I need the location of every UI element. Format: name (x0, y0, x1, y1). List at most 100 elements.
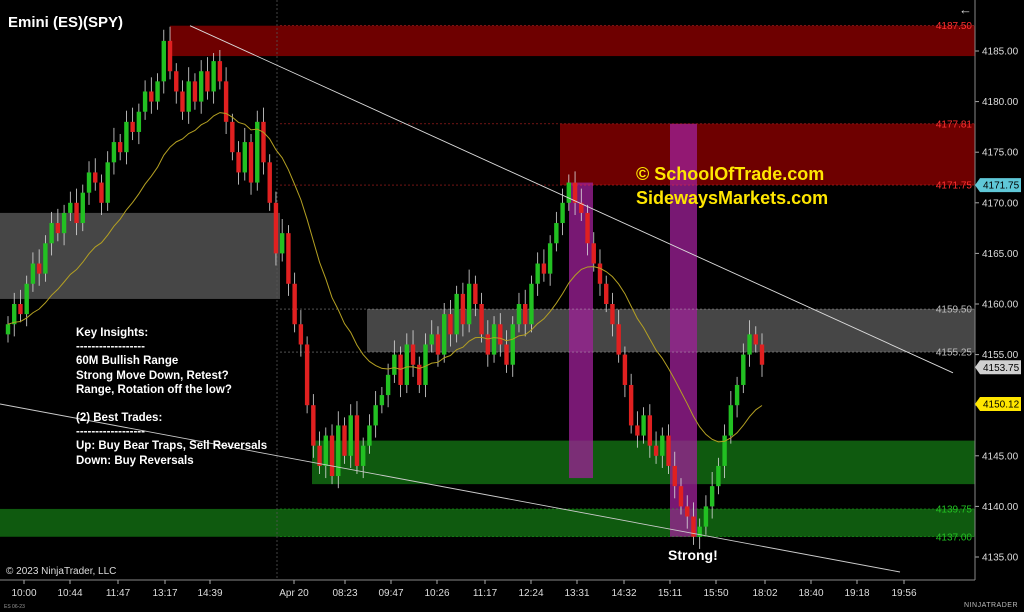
y-tick-label: 4165.00 (982, 249, 1019, 260)
copyright-text: © 2023 NinjaTrader, LLC (6, 566, 117, 577)
x-tick-label: 18:40 (798, 588, 823, 599)
price-level-label: 4159.50 (936, 305, 973, 316)
candle-down (36, 263, 42, 274)
chart-title: Emini (ES)(SPY) (8, 14, 124, 31)
candle-down (311, 405, 316, 446)
candle-up (30, 263, 36, 284)
candle-up (560, 202, 565, 224)
candle-up (367, 425, 372, 446)
x-tick-label: Apr 20 (279, 588, 309, 599)
x-tick-label: 13:17 (152, 588, 177, 599)
axis-marker-label: 4150.12 (983, 399, 1020, 410)
candle-up (161, 40, 166, 82)
candle-up (547, 243, 553, 274)
candle-down (217, 61, 223, 82)
candle-down (685, 506, 690, 517)
candle-up (336, 425, 341, 477)
candle-down (473, 283, 478, 304)
insights-divider: ------------------ (76, 426, 145, 439)
x-tick-label: 14:32 (611, 588, 636, 599)
candle-up (404, 344, 410, 385)
candle-down (130, 121, 135, 132)
candle-down (342, 425, 347, 456)
candle-up (510, 324, 515, 365)
insights-line: Range, Rotation off the low? (76, 383, 232, 396)
candle-up (373, 405, 378, 426)
candle-up (660, 435, 665, 456)
candle-down (759, 344, 765, 365)
candle-down (317, 445, 322, 466)
candle-down (167, 40, 173, 72)
candle-up (535, 263, 540, 284)
candle-down (610, 304, 615, 325)
candle-down (117, 142, 123, 153)
candle-up (124, 121, 129, 153)
y-tick-label: 4145.00 (982, 451, 1019, 462)
candle-up (529, 283, 534, 325)
candle-down (541, 263, 547, 274)
x-tick-label: 08:23 (332, 588, 357, 599)
candle-down (149, 91, 154, 102)
candle-down (248, 142, 254, 183)
x-tick-label: 14:39 (197, 588, 222, 599)
candle-up (61, 212, 67, 234)
candle-up (49, 223, 54, 244)
key-insights-panel: Key Insights: ------------------ 60M Bulli… (76, 326, 267, 468)
candle-down (678, 486, 684, 507)
watermark-line2: SidewaysMarkets.com (636, 188, 829, 208)
candle-down (298, 324, 304, 345)
price-level-label: 4177.81 (936, 119, 973, 130)
candle-up (709, 486, 715, 507)
price-level-label: 4171.75 (936, 181, 973, 192)
x-tick-label: 10:26 (424, 588, 449, 599)
candle-down (410, 344, 416, 365)
candle-up (728, 405, 734, 436)
price-level-label: 4155.25 (936, 348, 973, 359)
candle-down (180, 91, 185, 112)
candle-down (523, 304, 528, 325)
candle-down (18, 304, 23, 315)
candle-up (105, 162, 110, 203)
candle-up (716, 465, 721, 487)
candle-up (43, 243, 48, 274)
x-tick-label: 19:18 (844, 588, 869, 599)
candle-up (454, 293, 459, 335)
back-arrow-icon[interactable]: ← (959, 2, 972, 17)
candle-up (641, 415, 646, 436)
x-tick-label: 13:31 (564, 588, 589, 599)
candle-up (5, 324, 11, 335)
candle-up (491, 324, 497, 355)
candle-down (628, 384, 634, 426)
candle-up (747, 334, 752, 355)
candle-down (448, 314, 453, 335)
y-tick-label: 4140.00 (982, 502, 1019, 513)
y-tick-label: 4170.00 (982, 198, 1019, 209)
candle-up (242, 142, 247, 173)
candle-down (622, 354, 628, 385)
candle-down (485, 334, 491, 355)
candle-down (753, 334, 758, 345)
watermark-line1: © SchoolOfTrade.com (636, 164, 825, 184)
range-zone-left (0, 212, 280, 299)
candle-up (86, 172, 92, 193)
y-tick-label: 4185.00 (982, 47, 1019, 58)
x-tick-label: 11:17 (473, 588, 498, 599)
candle-down (55, 223, 61, 234)
candle-up (385, 374, 391, 396)
candle-up (360, 445, 366, 466)
candle-down (666, 435, 671, 466)
candle-up (279, 233, 285, 254)
price-level-label: 4137.00 (936, 532, 973, 543)
candle-up (68, 202, 73, 213)
insights-divider: ------------------ (76, 341, 145, 354)
x-tick-label: 12:24 (518, 588, 543, 599)
candle-down (498, 324, 503, 345)
candle-up (516, 304, 522, 325)
candle-up (466, 283, 472, 325)
demand-zone-upper (312, 440, 975, 485)
price-chart[interactable]: 4135.004140.004145.004150.004155.004160.… (0, 0, 1024, 612)
candle-up (255, 121, 260, 183)
candle-up (323, 435, 329, 466)
candle-up (155, 81, 160, 102)
candle-down (460, 293, 466, 325)
